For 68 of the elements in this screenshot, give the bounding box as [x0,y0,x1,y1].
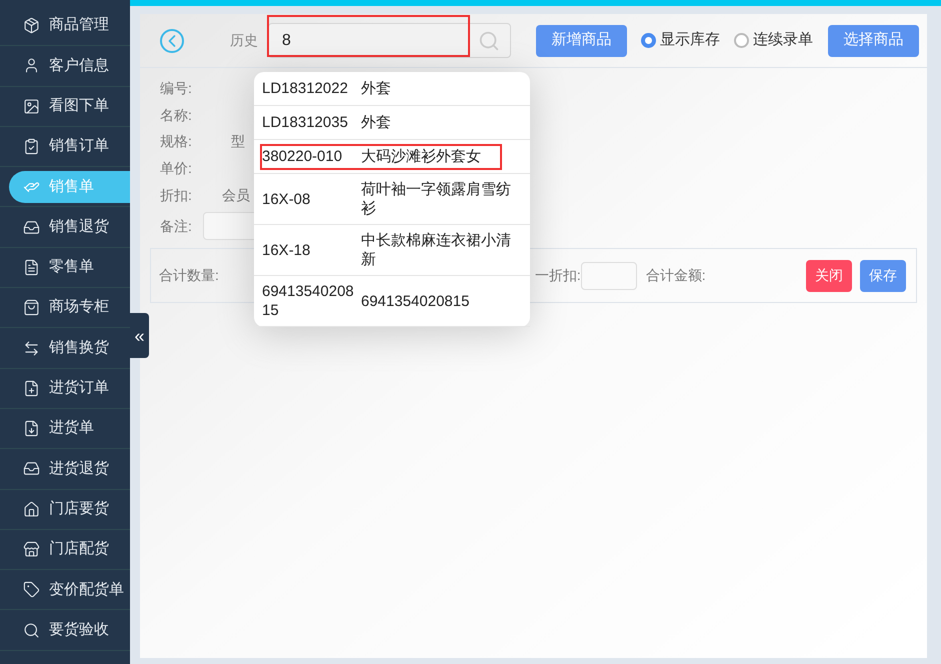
field-label: 折扣: [160,186,193,205]
magnifier-icon [23,622,40,639]
inbox-icon [23,460,40,478]
radio-button[interactable] [734,33,749,48]
user-icon [23,57,40,74]
suggestion-item[interactable]: 16X-08 荷叶袖一字领露肩雪纺衫 [254,174,530,225]
sidebar-item[interactable]: 销售订单 [9,130,130,163]
radio-label: 显示库存 [660,30,720,50]
tag-icon [23,581,40,598]
sidebar-item[interactable]: 门店配货 [9,534,130,566]
sidebar-item[interactable]: 看图下单 [9,90,130,122]
sidebar-item[interactable]: 销售退货 [9,211,130,244]
sidebar-item[interactable]: 客户信息 [9,50,130,82]
box-icon [23,17,40,34]
sidebar-item[interactable]: 商场专柜 [9,292,130,324]
product-name: 中长款棉麻连衣裙小清新 [361,231,512,269]
document-icon [23,258,40,276]
history-label: 历史 [230,31,258,50]
sidebar-item[interactable]: 进货退货 [9,452,130,485]
sidebar-item[interactable]: 进货单 [9,412,130,445]
suggestion-item[interactable]: LD18312035 外套 [254,106,530,140]
search-icon[interactable] [478,30,500,52]
sidebar-item[interactable]: 要货验收 [9,614,130,646]
sidebar-item[interactable]: 销售换货 [9,332,130,364]
product-code: LD18312035 [262,113,349,132]
field-label: 名称: [160,106,193,125]
suggestion-item[interactable]: LD18312022 外套 [254,72,530,106]
discount-field[interactable] [580,262,637,290]
sidebar-item[interactable]: 进货订单 [9,372,130,404]
product-name: 外套 [361,79,392,98]
suggestion-item[interactable]: 16X-18 中长款棉麻连衣裙小清新 [254,225,530,276]
amount-label: 合计金额: [646,266,706,286]
suggestion-item[interactable]: 380220-010 大码沙滩衫外套女 [254,140,530,174]
clipboard-check-icon [23,138,40,156]
product-name: 荷叶袖一字领露肩雪纺衫 [361,180,512,218]
file-down-icon [23,420,40,438]
image-icon [23,98,40,115]
product-code: 380220-010 [262,147,344,166]
sidebar-item[interactable]: 商品管理 [9,10,130,42]
store-icon [23,541,40,558]
field-label: 编号: [160,78,193,98]
field-label: 规格: [160,132,193,152]
house-icon [23,500,40,518]
product-code: LD18312022 [262,79,349,98]
bag-icon [23,299,40,316]
collapse-button[interactable]: « [130,313,149,358]
product-code: 16X-18 [262,240,312,260]
product-name: 6941354020815 [361,292,470,310]
note-label: 备注: [160,216,193,236]
sidebar-item[interactable]: 门店要货 [9,493,130,526]
product-code: 16X-08 [262,190,312,208]
product-code: 6941354020815 [262,282,355,320]
search-field[interactable]: 8 [268,23,511,58]
back-icon[interactable] [160,28,184,52]
product-name: 大码沙滩衫外套女 [361,147,482,166]
discount-label: 一折扣: [534,266,581,286]
quantity-label: 合计数量: [159,266,219,286]
file-plus-icon [23,380,40,397]
radio-button[interactable] [641,33,656,48]
product-name: 外套 [361,113,392,132]
radio-label: 连续录单 [753,30,813,50]
sidebar-item[interactable]: 变价配货单 [9,574,130,606]
exchange-icon [23,340,40,357]
inbox-icon [23,218,40,236]
field-label: 型 [231,132,245,152]
sidebar-item[interactable]: 零售单 [9,251,130,284]
field-label: 会员 [222,186,250,205]
field-label: 单价: [160,158,193,178]
